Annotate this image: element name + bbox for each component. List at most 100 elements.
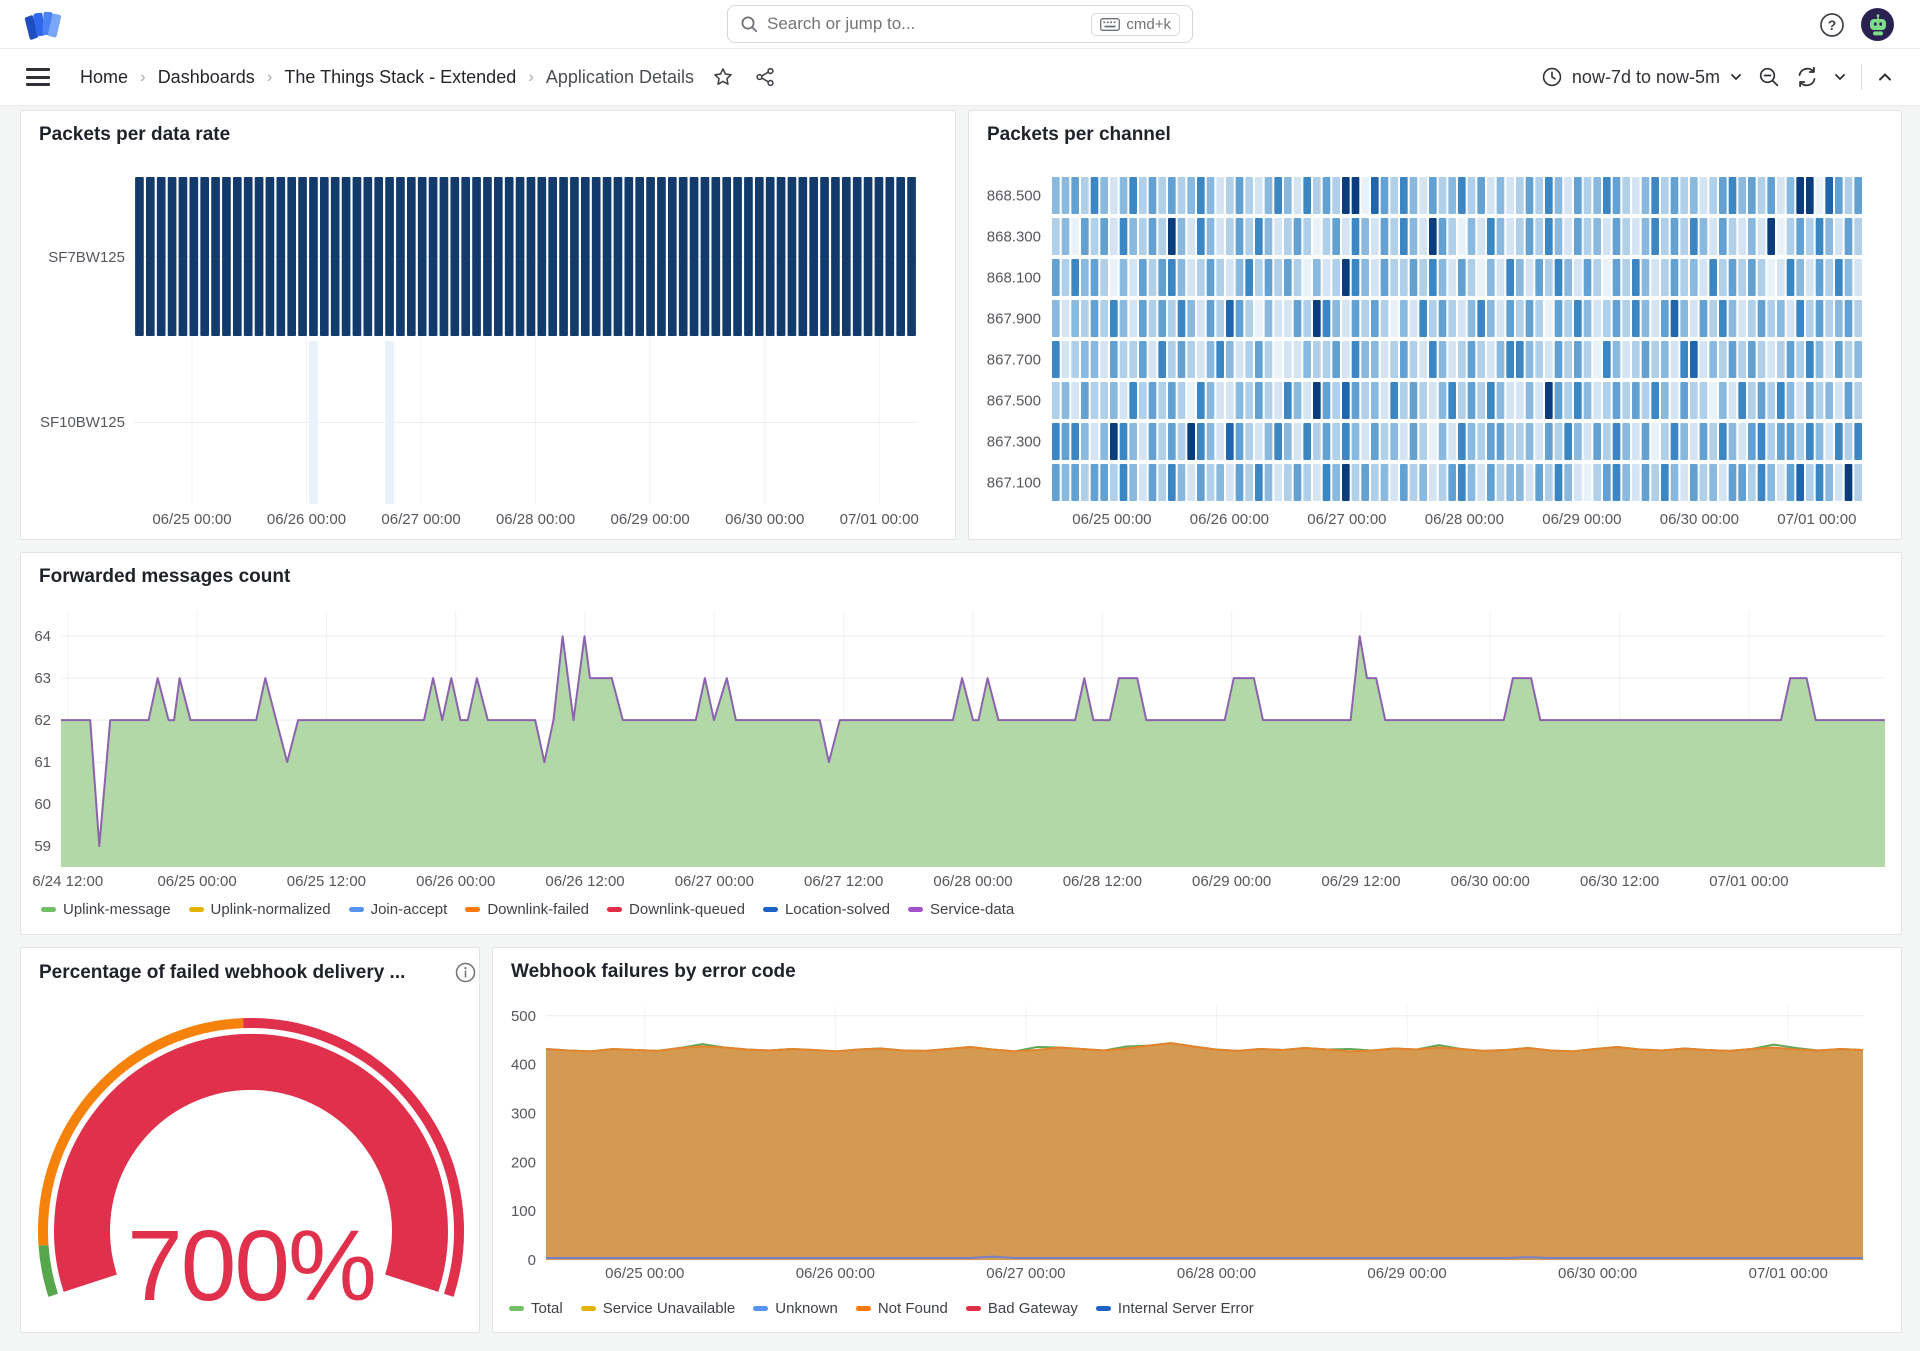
- legend-item[interactable]: Service Unavailable: [580, 1300, 735, 1317]
- heatmap-cell: [1090, 464, 1099, 501]
- legend-item[interactable]: Not Found: [855, 1300, 948, 1317]
- legend-item[interactable]: Service-data: [908, 901, 1014, 918]
- heatmap-cell: [1371, 177, 1379, 214]
- breadcrumb-dashboards[interactable]: Dashboards: [158, 67, 255, 88]
- hamburger-icon[interactable]: [26, 68, 50, 86]
- legend-item[interactable]: Total: [509, 1300, 563, 1317]
- user-avatar[interactable]: [1861, 8, 1894, 41]
- heatmap-cell: [907, 177, 916, 336]
- heatmap-cell: [1545, 218, 1553, 255]
- panel-title[interactable]: Forwarded messages count: [39, 566, 290, 588]
- heatmap-cell: [1458, 423, 1466, 460]
- heatmap-cell: [1632, 464, 1640, 501]
- heatmap-cell: [1177, 177, 1186, 214]
- heatmap-cell: [1641, 259, 1650, 296]
- heatmap-cell: [1177, 464, 1186, 501]
- heatmap-cell: [1322, 423, 1331, 460]
- heatmap-cell: [1574, 177, 1582, 214]
- legend-item[interactable]: Join-accept: [348, 901, 447, 918]
- chart-legend: Uplink-message Uplink-normalized Join-acce…: [41, 901, 1014, 918]
- heatmap-cell: [1719, 464, 1727, 501]
- heatmap-cell: [1583, 341, 1592, 378]
- search-input[interactable]: [767, 14, 1083, 34]
- zoom-out-icon[interactable]: [1757, 65, 1781, 89]
- heatmap-cell: [1835, 464, 1843, 501]
- heatmap-cell: [1052, 259, 1060, 296]
- heatmap-cell: [1429, 464, 1437, 501]
- legend-item[interactable]: Bad Gateway: [965, 1300, 1078, 1317]
- heatmap-cell: [1380, 423, 1389, 460]
- heatmap-cell: [1177, 341, 1186, 378]
- heatmap-cell: [1603, 259, 1611, 296]
- heatmap-cell: [1719, 300, 1727, 337]
- legend-item[interactable]: Uplink-normalized: [188, 901, 331, 918]
- star-icon[interactable]: [712, 66, 734, 88]
- heatmap-cell: [1438, 177, 1447, 214]
- heatmap-cell: [1332, 300, 1340, 337]
- heatmap-cell: [1390, 464, 1398, 501]
- heatmap-cell: [1786, 464, 1795, 501]
- legend-item[interactable]: Internal Server Error: [1095, 1300, 1254, 1317]
- heatmap-cell: [1641, 177, 1650, 214]
- x-tick-label: 06/30 00:00: [1660, 511, 1739, 528]
- heatmap-cell: [1322, 341, 1331, 378]
- heatmap-cell: [1429, 218, 1437, 255]
- heatmap-cell: [1477, 341, 1485, 378]
- heatmap-cell: [1554, 464, 1563, 501]
- heatmap-cell: [657, 177, 666, 336]
- panel-title[interactable]: Webhook failures by error code: [511, 961, 796, 983]
- chevron-up-icon[interactable]: [1876, 68, 1894, 86]
- heatmap-cell: [1651, 341, 1659, 378]
- panel-title[interactable]: Percentage of failed webhook delivery ..…: [39, 961, 477, 984]
- legend-item[interactable]: Unknown: [753, 1300, 838, 1317]
- legend-swatch: [607, 907, 623, 912]
- heatmap-cell: [1709, 341, 1717, 378]
- heatmap-cell: [1670, 177, 1679, 214]
- y-tick-label: 61: [34, 754, 51, 771]
- heatmap-cell: [211, 177, 220, 336]
- refresh-interval-dropdown[interactable]: [1833, 70, 1847, 84]
- heatmap-cell: [1429, 300, 1437, 337]
- heatmap-cell: [1767, 382, 1775, 419]
- share-icon[interactable]: [754, 66, 776, 88]
- y-tick-label: 63: [34, 670, 51, 687]
- heatmap-cell: [1641, 423, 1650, 460]
- breadcrumb-home[interactable]: Home: [80, 67, 128, 88]
- heatmap-cell: [1593, 218, 1601, 255]
- time-range-picker[interactable]: now-7d to now-5m: [1541, 66, 1743, 88]
- heatmap-cell: [1090, 382, 1099, 419]
- heatmap-cell: [744, 177, 753, 336]
- heatmap-cell: [1835, 177, 1843, 214]
- heatmap-cell: [580, 177, 590, 336]
- heatmap-cell: [689, 177, 699, 336]
- heatmap-cell: [1148, 259, 1157, 296]
- breadcrumb-dashboard-name[interactable]: The Things Stack - Extended: [284, 67, 516, 88]
- y-tick-label: 867.100: [987, 475, 1041, 492]
- y-tick-label: 64: [34, 628, 51, 645]
- legend-item[interactable]: Uplink-message: [41, 901, 171, 918]
- search-box[interactable]: cmd+k: [727, 5, 1193, 43]
- heatmap-cell: [1177, 300, 1186, 337]
- panel-title[interactable]: Packets per data rate: [39, 124, 230, 146]
- legend-item[interactable]: Downlink-queued: [607, 901, 745, 918]
- heatmap-cell: [1371, 464, 1379, 501]
- heatmap-cell: [1835, 341, 1843, 378]
- heatmap-cell: [1496, 423, 1505, 460]
- heatmap-cell: [1061, 382, 1070, 419]
- grafana-logo[interactable]: [24, 9, 62, 41]
- heatmap-cell: [1796, 382, 1804, 419]
- legend-item[interactable]: Downlink-failed: [465, 901, 589, 918]
- legend-label: Uplink-normalized: [210, 901, 331, 918]
- heatmap-cell: [1313, 464, 1321, 501]
- heatmap-cell: [1651, 218, 1659, 255]
- svg-text:?: ?: [1828, 17, 1837, 33]
- refresh-icon[interactable]: [1795, 65, 1819, 89]
- heatmap-cell: [1564, 177, 1572, 214]
- heatmap-cell: [1467, 177, 1476, 214]
- heatmap-cell: [1574, 341, 1582, 378]
- help-icon[interactable]: ?: [1819, 12, 1845, 38]
- info-icon[interactable]: [454, 961, 477, 984]
- panel-title[interactable]: Packets per channel: [987, 124, 1171, 146]
- legend-item[interactable]: Location-solved: [762, 901, 890, 918]
- heatmap-cell: [776, 177, 786, 336]
